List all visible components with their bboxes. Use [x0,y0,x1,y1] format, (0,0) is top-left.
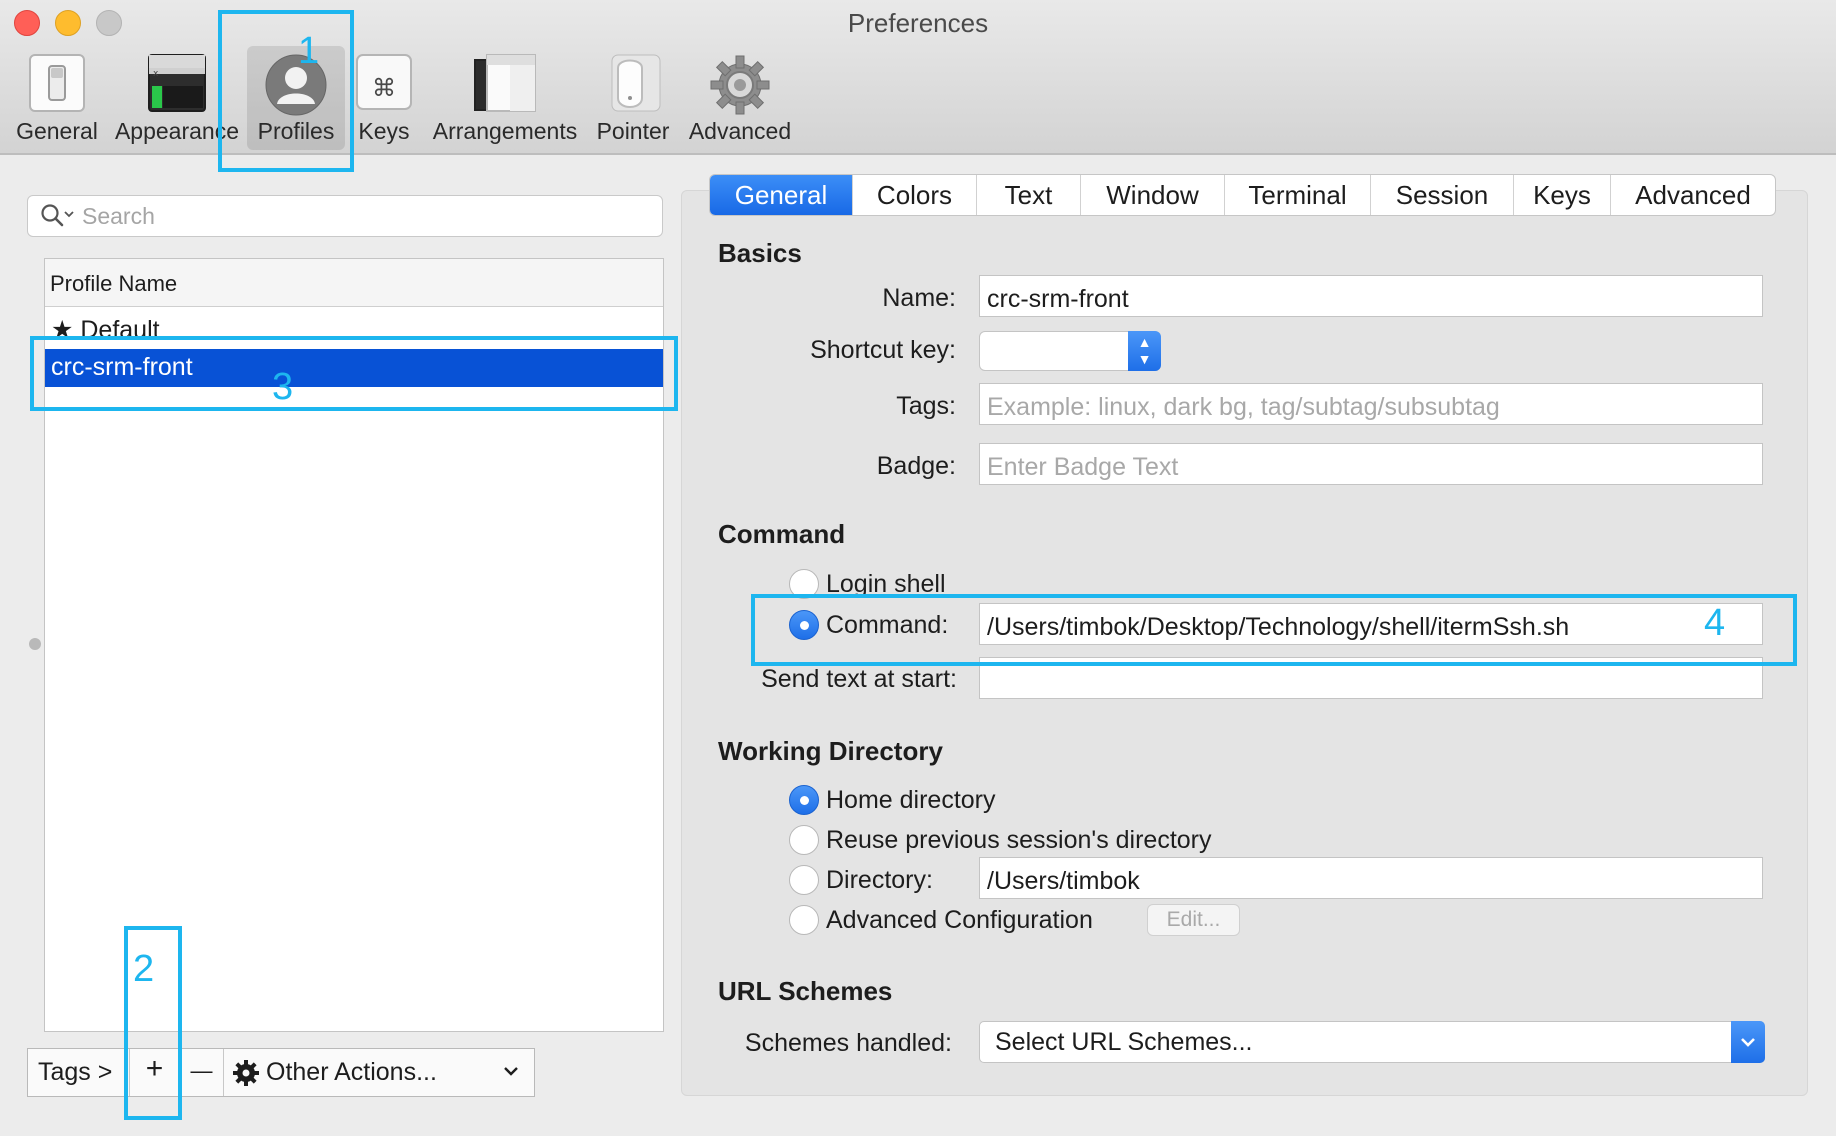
url-schemes-select[interactable]: Select URL Schemes... [979,1021,1765,1063]
split-view-handle[interactable] [29,638,41,650]
search-icon [40,203,76,234]
toolbar-pointer-button[interactable]: Pointer [592,46,674,150]
name-label: Name: [882,284,956,312]
directory-field[interactable] [979,857,1763,899]
appearance-window-icon: x [148,54,206,117]
reuse-directory-radio[interactable] [789,825,819,855]
home-directory-radio[interactable] [789,785,819,815]
shortcut-key-label: Shortcut key: [810,336,956,364]
tab-terminal[interactable]: Terminal [1225,175,1371,215]
up-down-arrows-icon: ▲ ▼ [1128,331,1161,371]
tab-colors[interactable]: Colors [853,175,977,215]
svg-text:x: x [153,69,159,79]
badge-field[interactable] [979,443,1763,485]
tags-toggle-button[interactable]: Tags > [28,1049,130,1096]
toolbar-label: Arrangements [432,118,578,144]
command-heading: Command [718,519,846,549]
advanced-configuration-label: Advanced Configuration [826,906,1093,934]
profile-name-column-header[interactable]: Profile Name [45,259,663,307]
profile-list-bottom-bar: Tags > + — Other Actions... [27,1048,535,1097]
basics-heading: Basics [718,238,802,268]
annotation-number-2: 2 [133,948,155,990]
tab-window[interactable]: Window [1081,175,1225,215]
profile-search-field[interactable] [27,195,663,237]
gear-icon [709,54,771,121]
toolbar-arrangements-button[interactable]: Arrangements [430,46,580,150]
annotation-box-1 [218,10,354,172]
chevron-down-icon [502,1059,520,1090]
tags-label: Tags: [896,392,956,420]
working-directory-heading: Working Directory [718,736,943,766]
general-switch-icon [29,54,85,117]
search-input[interactable] [82,200,642,232]
tab-advanced[interactable]: Advanced [1611,175,1775,215]
tab-session[interactable]: Session [1371,175,1514,215]
tab-general[interactable]: General [710,175,853,215]
toolbar-general-button[interactable]: General [8,46,106,150]
other-actions-label: Other Actions... [266,1058,437,1086]
toolbar-keys-button[interactable]: ⌘ Keys [352,46,416,150]
mouse-icon [604,54,662,117]
badge-label: Badge: [876,452,956,480]
edit-advanced-configuration-button[interactable]: Edit... [1147,904,1240,936]
directory-label: Directory: [826,866,933,894]
annotation-box-4 [751,594,1797,666]
annotation-number-4: 4 [1704,602,1726,644]
remove-profile-button[interactable]: — [180,1049,224,1096]
tags-field[interactable] [979,383,1763,425]
svg-text:⌘: ⌘ [372,74,396,102]
settings-tab-bar: General Colors Text Window Terminal Sess… [709,174,1776,216]
arrangements-windows-icon [474,54,536,117]
home-directory-label: Home directory [826,786,996,814]
toolbar-advanced-button[interactable]: Advanced [686,46,794,150]
toolbar-label: General [16,118,98,144]
advanced-configuration-radio[interactable] [789,905,819,935]
profile-name-field[interactable] [979,275,1763,317]
shortcut-key-popup[interactable]: ▲ ▼ [979,331,1161,371]
reuse-directory-label: Reuse previous session's directory [826,826,1212,854]
tab-text[interactable]: Text [977,175,1081,215]
directory-radio[interactable] [789,865,819,895]
annotation-number-1: 1 [298,30,320,72]
toolbar-label: Keys [358,118,410,144]
url-schemes-select-value: Select URL Schemes... [995,1028,1253,1056]
gear-icon [232,1059,260,1094]
chevron-down-icon [1731,1021,1765,1063]
schemes-handled-label: Schemes handled: [744,1029,952,1057]
url-schemes-heading: URL Schemes [718,976,893,1006]
send-text-label: Send text at start: [761,665,957,693]
other-actions-menu[interactable]: Other Actions... [224,1049,534,1096]
annotation-box-3 [30,336,678,411]
toolbar-label: Pointer [596,118,670,144]
annotation-number-3: 3 [272,366,294,408]
tab-keys[interactable]: Keys [1514,175,1611,215]
command-key-icon: ⌘ [356,54,412,115]
toolbar-label: Advanced [688,118,792,144]
